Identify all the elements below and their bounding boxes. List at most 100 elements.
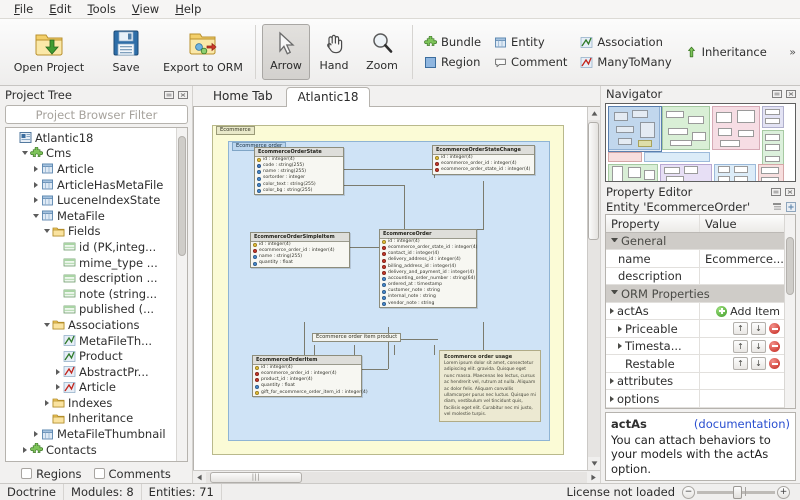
scroll-down-icon[interactable] (588, 457, 601, 470)
diagram-entity[interactable]: EcommerceOrderItem id : integer(4) ecommer… (252, 355, 368, 397)
close-icon[interactable] (177, 89, 189, 101)
menu-item-view[interactable]: View (124, 1, 167, 17)
tree-expander-closed-icon[interactable] (19, 446, 30, 453)
toolbar-overflow-button[interactable]: » (789, 46, 796, 59)
tree-item[interactable]: Contacts (6, 442, 176, 458)
bundle-button[interactable]: Bundle (421, 33, 487, 51)
chevron-right-icon[interactable] (618, 325, 622, 332)
move-down-button[interactable]: ↓ (751, 339, 766, 353)
tree-item[interactable]: Product (6, 348, 176, 364)
remove-item-icon[interactable] (769, 340, 780, 352)
project-tree-scroll-thumb[interactable] (178, 136, 186, 256)
export-to-orm-button[interactable]: Export to ORM (157, 22, 249, 82)
tree-expander-open-icon[interactable] (41, 229, 52, 234)
property-value-cell[interactable] (744, 285, 784, 302)
documentation-link[interactable]: (documentation) (694, 417, 790, 431)
property-value-cell[interactable] (700, 390, 784, 407)
canvas-horizontal-scrollbar[interactable]: ||| (193, 470, 600, 483)
property-row[interactable]: Restable ↑ ↓ (606, 355, 784, 373)
navigator-minimap[interactable] (605, 103, 796, 183)
diagram-connector[interactable] (314, 345, 315, 355)
tree-item[interactable]: published (... (6, 302, 176, 318)
move-up-button[interactable]: ↑ (733, 357, 748, 371)
tree-item[interactable]: Indexes (6, 395, 176, 411)
bundle-label[interactable]: Ecommerce (216, 126, 255, 136)
move-down-button[interactable]: ↓ (751, 357, 766, 371)
association-button[interactable]: Association (577, 33, 677, 51)
regions-checkbox[interactable]: Regions (21, 467, 82, 481)
project-tree-scrollbar[interactable] (176, 128, 187, 461)
menu-item-help[interactable]: Help (167, 1, 209, 17)
manytomany-button[interactable]: ManyToMany (577, 53, 677, 71)
scroll-up-icon[interactable] (588, 107, 601, 120)
diagram-connector[interactable] (350, 247, 379, 248)
regions-checkbox-box[interactable] (21, 468, 33, 479)
canvas-hscroll-track[interactable]: ||| (206, 471, 587, 483)
tree-expander-open-icon[interactable] (41, 322, 52, 327)
hand-tool-button[interactable]: Hand (310, 24, 358, 80)
tree-expander-closed-icon[interactable] (30, 165, 41, 172)
diagram-connector[interactable] (354, 345, 355, 355)
tree-expander-closed-icon[interactable] (30, 197, 41, 204)
chevron-right-icon[interactable] (610, 308, 614, 315)
entity-field-row[interactable]: ecommerce_order_state_id : integer(4) (433, 167, 534, 173)
collapse-all-icon[interactable] (771, 201, 783, 213)
zoom-slider-widget[interactable]: − + (682, 485, 800, 499)
zoom-tool-button[interactable]: Zoom (358, 24, 406, 80)
entity-field-row[interactable]: gift_for_ecommerce_order_item_id : integ… (253, 390, 368, 396)
move-up-button[interactable]: ↑ (733, 339, 748, 353)
add-item-button[interactable]: Add Item (716, 305, 780, 318)
diagram-connector[interactable] (304, 322, 305, 355)
float-icon[interactable] (163, 89, 175, 101)
property-value-cell[interactable] (700, 373, 784, 390)
move-down-button[interactable]: ↓ (751, 322, 766, 336)
property-row[interactable]: Priceable ↑ ↓ (606, 320, 784, 338)
project-tree-list[interactable]: Atlantic18 Cms Article ArticleHasMetaFile Lu… (6, 128, 176, 461)
tree-item[interactable]: MetaFileTh... (6, 333, 176, 349)
tree-item[interactable]: id (PK,integ... (6, 239, 176, 255)
tree-expander-closed-icon[interactable] (52, 384, 63, 391)
save-button[interactable]: Save (95, 22, 157, 82)
expand-all-icon[interactable] (785, 201, 797, 213)
comments-checkbox-box[interactable] (93, 468, 105, 479)
property-row[interactable]: General (606, 232, 784, 251)
region-button[interactable]: Region (421, 53, 487, 71)
property-value-cell[interactable]: Ecommerce... (700, 250, 784, 267)
navigator-float-icon[interactable] (771, 88, 783, 100)
tab-home[interactable]: Home Tab (201, 86, 285, 106)
property-value-cell[interactable]: ↑ ↓ (700, 355, 784, 372)
project-browser-filter-input[interactable]: Project Browser Filter (5, 105, 188, 124)
property-value-cell[interactable] (700, 268, 784, 285)
tree-expander-open-icon[interactable] (30, 213, 41, 218)
tree-item[interactable]: AbstractPr... (6, 364, 176, 380)
entity-field-row[interactable]: vendor_note : string (380, 301, 476, 307)
chevron-down-icon[interactable] (611, 237, 618, 245)
comment-button[interactable]: Comment (491, 53, 573, 71)
navigator-viewport-indicator[interactable] (608, 106, 662, 153)
property-editor-float-icon[interactable] (770, 186, 782, 198)
tree-item[interactable]: Atlantic18 (6, 130, 176, 146)
scroll-right-icon[interactable] (587, 471, 600, 484)
tree-item[interactable]: MetaFile (6, 208, 176, 224)
property-value-cell[interactable]: ↑ ↓ (700, 320, 784, 337)
tree-item[interactable]: Inheritance (6, 411, 176, 427)
diagram-entity[interactable]: EcommerceOrderState id : integer(4) code :… (254, 147, 344, 196)
diagram-comment[interactable]: Ecommerce order usage Lorem ipsum dolor s… (439, 350, 541, 423)
canvas-hscroll-thumb[interactable]: ||| (210, 471, 302, 483)
chevron-right-icon[interactable] (610, 378, 614, 385)
tree-item[interactable]: Cms (6, 146, 176, 162)
property-row[interactable]: actAs Add Item (606, 302, 784, 321)
tree-expander-closed-icon[interactable] (52, 368, 63, 375)
tree-item[interactable]: ArticleHasMetaFile (6, 177, 176, 193)
tree-expander-closed-icon[interactable] (41, 399, 52, 406)
property-row[interactable]: Timesta... ↑ ↓ (606, 337, 784, 356)
property-value-cell[interactable]: Add Item (700, 303, 784, 320)
tree-item[interactable]: Associations (6, 317, 176, 333)
move-up-button[interactable]: ↑ (733, 322, 748, 336)
tree-item[interactable]: description ... (6, 270, 176, 286)
entity-field-row[interactable]: quantity : float (251, 261, 349, 267)
property-table-scroll-thumb[interactable] (786, 237, 794, 296)
property-value-cell[interactable]: ↑ ↓ (700, 338, 784, 355)
entity-button[interactable]: Entity (491, 33, 573, 51)
tree-expander-open-icon[interactable] (19, 151, 30, 156)
